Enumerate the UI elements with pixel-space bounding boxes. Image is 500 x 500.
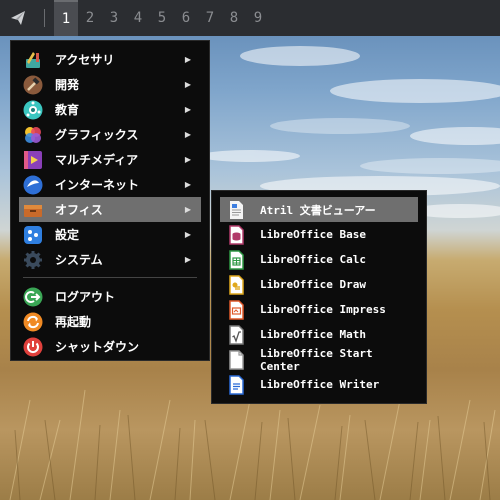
submenu-item-start-center[interactable]: LibreOffice Start Center: [220, 346, 418, 373]
submenu-arrow-icon: ▶: [184, 255, 191, 264]
workspace-6[interactable]: 6: [174, 0, 198, 36]
education-icon: [23, 100, 43, 120]
menu-item-label: 再起動: [55, 315, 92, 329]
submenu-arrow-icon: ▶: [184, 105, 191, 114]
menu-item-label: 設定: [55, 228, 80, 242]
settings-icon: [23, 225, 43, 245]
menu-item-shutdown[interactable]: シャットダウン: [19, 334, 201, 359]
workspace-8[interactable]: 8: [222, 0, 246, 36]
submenu-item-label: LibreOffice Base: [260, 228, 366, 241]
submenu-arrow-icon: ▶: [184, 130, 191, 139]
libreoffice-impress-icon: [226, 299, 246, 320]
libreoffice-writer-icon: [226, 374, 246, 395]
libreoffice-start-center-icon: [226, 349, 246, 370]
graphics-icon: [23, 125, 43, 145]
workspace-5[interactable]: 5: [150, 0, 174, 36]
menu-divider: [23, 277, 197, 278]
internet-icon: [23, 175, 43, 195]
submenu-arrow-icon: ▶: [184, 155, 191, 164]
workspace-1[interactable]: 1: [54, 0, 78, 36]
development-icon: [23, 75, 43, 95]
menu-item-settings[interactable]: 設定 ▶: [19, 222, 201, 247]
submenu-item-draw[interactable]: LibreOffice Draw: [220, 272, 418, 297]
office-submenu: Atril 文書ビューアー LibreOffice Base LibreOffi…: [211, 190, 427, 404]
submenu-arrow-icon: ▶: [184, 230, 191, 239]
submenu-arrow-icon: ▶: [184, 205, 191, 214]
paper-plane-icon: [11, 11, 25, 25]
submenu-item-impress[interactable]: LibreOffice Impress: [220, 297, 418, 322]
submenu-item-base[interactable]: LibreOffice Base: [220, 222, 418, 247]
document-viewer-icon: [226, 200, 246, 220]
workspace-2[interactable]: 2: [78, 0, 102, 36]
submenu-item-math[interactable]: LibreOffice Math: [220, 322, 418, 347]
menu-launcher-button[interactable]: [0, 0, 36, 36]
menu-item-development[interactable]: 開発 ▶: [19, 72, 201, 97]
menu-item-internet[interactable]: インターネット ▶: [19, 172, 201, 197]
workspace-9[interactable]: 9: [246, 0, 270, 36]
menu-item-restart[interactable]: 再起動: [19, 309, 201, 334]
libreoffice-calc-icon: [226, 249, 246, 270]
menu-item-label: シャットダウン: [55, 340, 140, 354]
submenu-item-label: LibreOffice Writer: [260, 378, 380, 391]
menu-item-label: システム: [55, 253, 103, 267]
office-icon: [23, 200, 43, 220]
menu-item-label: マルチメディア: [55, 153, 139, 167]
accessories-icon: [23, 50, 43, 70]
system-icon: [23, 250, 43, 270]
submenu-item-label: LibreOffice Draw: [260, 278, 366, 291]
submenu-item-writer[interactable]: LibreOffice Writer: [220, 372, 418, 397]
submenu-item-calc[interactable]: LibreOffice Calc: [220, 247, 418, 272]
submenu-arrow-icon: ▶: [184, 55, 191, 64]
menu-item-accessories[interactable]: アクセサリ ▶: [19, 47, 201, 72]
panel-separator: [44, 9, 45, 27]
restart-icon: [23, 312, 43, 332]
submenu-arrow-icon: ▶: [184, 80, 191, 89]
libreoffice-math-icon: [226, 324, 246, 345]
submenu-arrow-icon: ▶: [184, 180, 191, 189]
libreoffice-draw-icon: [226, 274, 246, 295]
menu-item-system[interactable]: システム ▶: [19, 247, 201, 272]
submenu-item-label: LibreOffice Calc: [260, 253, 366, 266]
menu-item-multimedia[interactable]: マルチメディア ▶: [19, 147, 201, 172]
submenu-item-label: Atril 文書ビューアー: [260, 203, 376, 217]
menu-item-label: ログアウト: [55, 290, 116, 304]
workspace-3[interactable]: 3: [102, 0, 126, 36]
submenu-item-label: LibreOffice Impress: [260, 303, 386, 316]
application-menu: アクセサリ ▶ 開発 ▶ 教育 ▶ グラフィックス ▶ マルチメディア ▶ イン…: [10, 40, 210, 361]
menu-item-label: グラフィックス: [55, 128, 139, 142]
shutdown-icon: [23, 337, 43, 357]
submenu-item-label: LibreOffice Start Center: [260, 346, 373, 373]
menu-item-label: アクセサリ: [55, 53, 115, 67]
menu-item-logout[interactable]: ログアウト: [19, 284, 201, 309]
submenu-item-label: LibreOffice Math: [260, 328, 366, 341]
workspace-4[interactable]: 4: [126, 0, 150, 36]
menu-item-label: インターネット: [55, 178, 140, 192]
top-panel: 1 2 3 4 5 6 7 8 9: [0, 0, 500, 36]
multimedia-icon: [23, 150, 43, 170]
menu-item-education[interactable]: 教育 ▶: [19, 97, 201, 122]
libreoffice-base-icon: [226, 224, 246, 245]
menu-item-label: 教育: [55, 103, 80, 117]
menu-item-office[interactable]: オフィス ▶: [19, 197, 201, 222]
menu-item-label: 開発: [55, 78, 80, 92]
logout-icon: [23, 287, 43, 307]
menu-item-graphics[interactable]: グラフィックス ▶: [19, 122, 201, 147]
submenu-item-atril[interactable]: Atril 文書ビューアー: [220, 197, 418, 222]
menu-item-label: オフィス: [55, 203, 103, 217]
workspace-7[interactable]: 7: [198, 0, 222, 36]
